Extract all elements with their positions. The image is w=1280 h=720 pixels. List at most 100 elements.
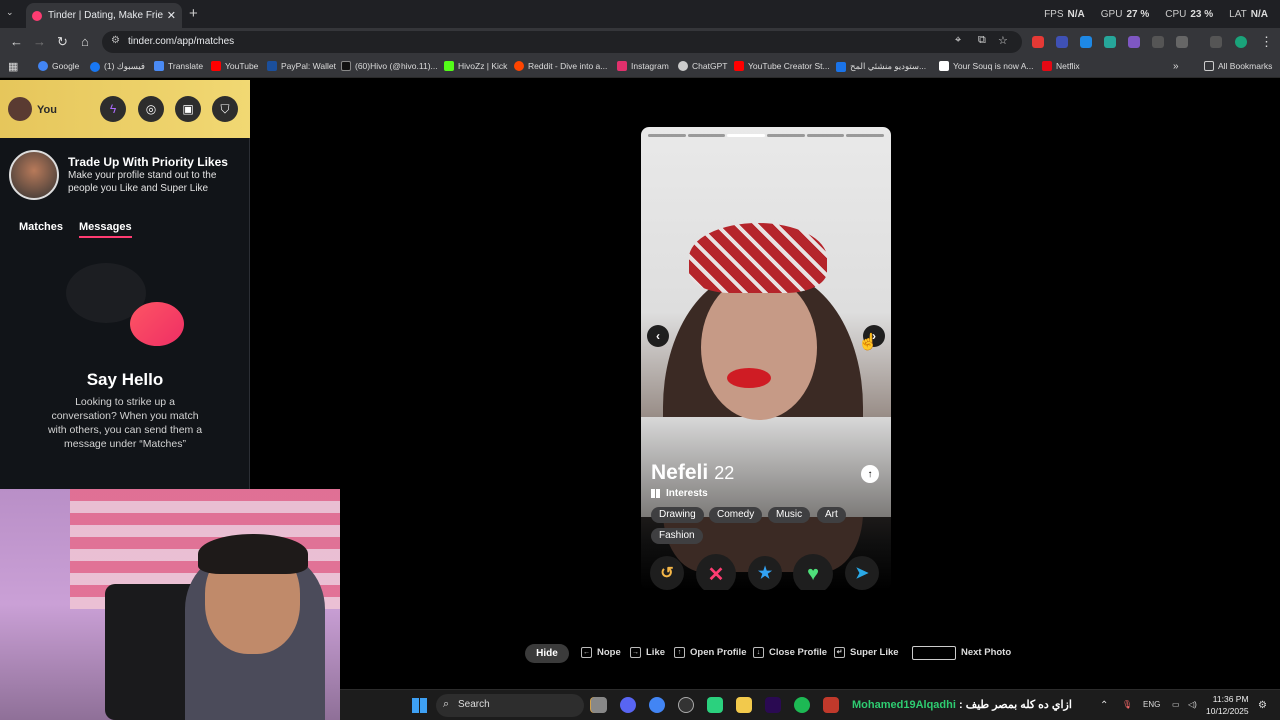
location-icon[interactable]: ⌖ (955, 34, 961, 47)
bookmark-translate[interactable]: Translate (154, 61, 203, 71)
instagram-icon (617, 61, 627, 71)
system-clock[interactable]: 11:36 PM 10/12/2025 (1206, 693, 1249, 717)
user-avatar[interactable] (8, 97, 32, 121)
profile-age: 22 (714, 463, 735, 483)
obs-icon[interactable] (678, 697, 694, 713)
boost-lightning-icon[interactable]: ϟ (100, 96, 126, 122)
profile-card[interactable]: ‹ › Nefeli 22 ↑ Interests Drawing Comedy … (641, 127, 891, 590)
nope-x-icon[interactable]: ✕ (696, 554, 736, 590)
safety-shield-icon[interactable]: ⛉ (212, 96, 238, 122)
promo-avatar[interactable] (9, 150, 59, 200)
bookmark-google[interactable]: Google (38, 61, 79, 71)
extension-icon[interactable] (1104, 36, 1116, 48)
tray-chevron-up-icon[interactable]: ⌃ (1100, 700, 1108, 711)
media-control-icon[interactable] (1210, 36, 1222, 48)
file-explorer-icon[interactable] (736, 697, 752, 713)
interest-chip: Music (768, 507, 811, 523)
home-button[interactable]: ⌂ (81, 34, 89, 49)
bookmark-facebook[interactable]: فيسبوك (1) (90, 61, 145, 72)
extension-icon[interactable] (1032, 36, 1044, 48)
extension-icon[interactable] (1128, 36, 1140, 48)
superlike-star-icon[interactable]: ★ (748, 556, 782, 590)
send-boost-icon[interactable]: ➤ (845, 556, 879, 590)
bookmark-youtube-creator[interactable]: YouTube Creator St... (734, 61, 830, 71)
photo-progress-segment[interactable] (687, 134, 726, 137)
all-bookmarks-folder[interactable]: All Bookmarks (1204, 61, 1272, 71)
previous-photo-chevron-icon[interactable]: ‹ (647, 325, 669, 347)
more-bookmarks-icon[interactable]: » (1173, 61, 1179, 72)
bookmark-kick[interactable]: HivoZz | Kick (444, 61, 507, 71)
youtube-icon (211, 61, 221, 71)
interests-heading: Interests (651, 488, 708, 499)
work-briefcase-icon[interactable]: ▣ (175, 96, 201, 122)
extension-icon[interactable] (1152, 36, 1164, 48)
rewind-icon[interactable]: ↺ (650, 556, 684, 590)
left-key-icon: ← (581, 647, 592, 658)
kebab-menu-icon[interactable]: ⋮ (1260, 34, 1273, 50)
bookmark-creator-studio-ar[interactable]: ستوديو منشئي المح... (836, 61, 926, 72)
photo-progress-segment[interactable] (846, 134, 884, 137)
promo-title[interactable]: Trade Up With Priority Likes (68, 155, 228, 169)
photo-progress-segment[interactable] (767, 134, 805, 137)
install-app-icon[interactable]: ⧉ (978, 34, 986, 47)
language-indicator[interactable]: ENG (1143, 700, 1160, 709)
back-button[interactable]: ← (10, 34, 23, 49)
bookmark-chatgpt[interactable]: ChatGPT (678, 61, 727, 71)
volume-icon[interactable]: ◁) (1188, 700, 1197, 709)
link-icon (836, 61, 846, 72)
tab-search-chevron-icon[interactable]: ⌄ (6, 7, 14, 18)
taskbar-search[interactable]: ⌕ Search (436, 694, 584, 717)
interest-chip: Art (817, 507, 846, 523)
reload-button[interactable]: ↻ (57, 34, 68, 50)
settings-gear-icon[interactable]: ⚙ (1258, 700, 1267, 711)
extensions-puzzle-icon[interactable] (1176, 36, 1188, 48)
explore-compass-icon[interactable]: ◎ (138, 96, 164, 122)
address-bar[interactable]: ⚙ tinder.com/app/matches (102, 31, 1022, 53)
tab-messages[interactable]: Messages (79, 221, 132, 238)
site-info-icon[interactable]: ⚙ (111, 35, 120, 46)
extension-icon[interactable] (1056, 36, 1068, 48)
tab-matches[interactable]: Matches (19, 221, 63, 233)
bookmark-reddit[interactable]: Reddit - Dive into a... (514, 61, 607, 71)
discord-icon[interactable] (620, 697, 636, 713)
bookmark-netflix[interactable]: Netflix (1042, 61, 1080, 71)
profile-avatar-icon[interactable] (1235, 36, 1247, 48)
interest-chip: Drawing (651, 507, 704, 523)
google-icon (38, 61, 48, 71)
microphone-icon[interactable]: 🎙 (1122, 700, 1132, 709)
extension-icon[interactable] (1080, 36, 1092, 48)
ticker-username: Mohamed19Alqadhi (852, 699, 956, 711)
chrome-icon[interactable] (649, 697, 665, 713)
photo-progress-segment[interactable] (806, 134, 845, 137)
task-view-icon[interactable] (591, 697, 607, 713)
photo-progress-segment[interactable] (648, 134, 686, 137)
hide-shortcuts-button[interactable]: Hide (525, 644, 569, 663)
forward-button[interactable]: → (33, 34, 46, 49)
open-profile-arrow-icon[interactable]: ↑ (861, 465, 879, 483)
bookmark-hivo-tiktok[interactable]: (60)Hivo (@hivo.11)... (341, 61, 438, 71)
shortcut-close-profile: ↓ Close Profile (753, 647, 827, 658)
bookmark-paypal[interactable]: PayPal: Wallet (267, 61, 336, 71)
like-heart-icon[interactable]: ♥ (793, 554, 833, 590)
new-tab-button[interactable]: + (189, 5, 198, 22)
bookmark-star-icon[interactable]: ☆ (998, 34, 1008, 47)
windows-start-icon[interactable] (412, 698, 427, 713)
paypal-icon (267, 61, 277, 71)
bookmark-youtube[interactable]: YouTube (211, 61, 258, 71)
premiere-pro-icon[interactable] (765, 697, 781, 713)
apps-grid-icon[interactable]: ▦ (8, 60, 18, 73)
photo-progress-segment[interactable] (727, 134, 765, 137)
voicemeeter-icon[interactable] (823, 697, 839, 713)
spotify-icon[interactable] (794, 697, 810, 713)
bookmark-instagram[interactable]: Instagram (617, 61, 669, 71)
stream-chat-ticker: Mohamed19Alqadhi : ازاي ده كله بمصر طيف (852, 698, 1072, 711)
photo-lips (727, 368, 771, 388)
close-tab-icon[interactable]: ✕ (167, 9, 176, 22)
app-icon[interactable] (707, 697, 723, 713)
browser-tab-tinder[interactable]: Tinder | Dating, Make Friends & ✕ (26, 3, 182, 28)
chat-bubble-red-icon (130, 302, 184, 346)
browser-tab-strip: ⌄ Tinder | Dating, Make Friends & ✕ + FP… (0, 0, 1280, 28)
bookmark-souq[interactable]: Your Souq is now A... (939, 61, 1034, 71)
network-icon[interactable]: ▭ (1172, 700, 1180, 709)
you-label[interactable]: You (37, 104, 57, 116)
